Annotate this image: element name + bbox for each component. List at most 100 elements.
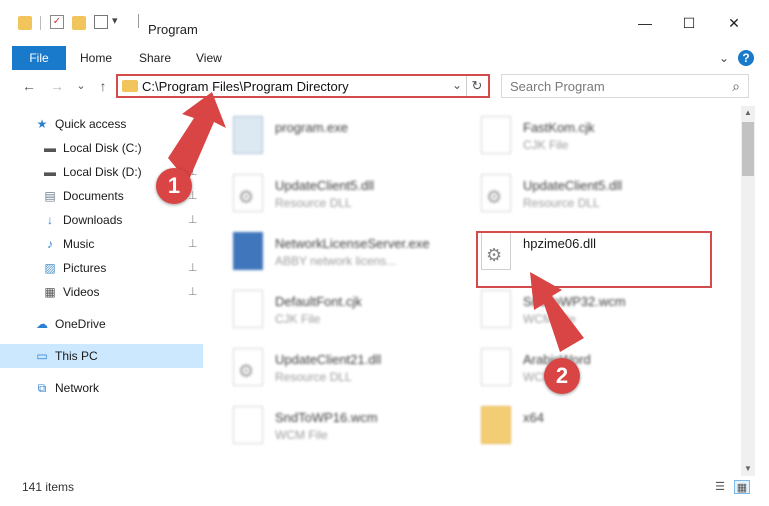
sidebar-item-this-pc[interactable]: ▭ This PC bbox=[0, 344, 203, 368]
scroll-up-icon[interactable]: ▲ bbox=[741, 106, 755, 120]
new-folder-icon[interactable] bbox=[72, 16, 86, 30]
folder-icon bbox=[481, 406, 511, 444]
customize-icon[interactable] bbox=[94, 15, 108, 29]
pin-icon[interactable]: ⊥ bbox=[188, 213, 198, 226]
item-count: 141 items bbox=[22, 480, 75, 494]
search-input[interactable]: Search Program bbox=[510, 79, 605, 94]
file-type: Resource DLL bbox=[275, 196, 352, 210]
tab-home[interactable]: Home bbox=[80, 46, 112, 70]
file-item[interactable]: program.exe bbox=[229, 110, 469, 162]
file-icon bbox=[481, 290, 511, 328]
callout-1: 1 bbox=[156, 168, 192, 204]
file-name: SndToWP16.wcm bbox=[275, 410, 378, 425]
navigation-bar: ← → ⌄ ↑ C:\Program Files\Program Directo… bbox=[0, 70, 769, 104]
sidebar-item-downloads[interactable]: ↓ Downloads ⊥ bbox=[0, 208, 203, 232]
file-type: Resource DLL bbox=[275, 370, 352, 384]
tab-file[interactable]: File bbox=[12, 46, 66, 70]
pin-icon[interactable]: ⊥ bbox=[188, 261, 198, 274]
pin-icon[interactable]: ⊥ bbox=[188, 285, 198, 298]
sidebar-item-label: Network bbox=[55, 381, 100, 395]
file-name: x64 bbox=[523, 410, 544, 425]
pin-icon[interactable]: ⊥ bbox=[188, 237, 198, 250]
folder-icon bbox=[122, 80, 138, 92]
file-name: UpdateClient5.dll bbox=[275, 178, 375, 193]
file-type: Resource DLL bbox=[523, 196, 600, 210]
dll-file-icon bbox=[233, 348, 263, 386]
refresh-button[interactable]: ↻ bbox=[466, 76, 487, 96]
recent-locations-icon[interactable]: ⌄ bbox=[72, 76, 90, 96]
file-type: CJK File bbox=[275, 312, 321, 326]
properties-icon[interactable]: ✓ bbox=[50, 15, 64, 29]
address-dropdown-icon[interactable]: ⌄ bbox=[452, 78, 462, 92]
file-item[interactable]: FastKom.cjk CJK File bbox=[477, 110, 717, 162]
network-icon: ⧉ bbox=[37, 381, 47, 395]
exe-file-icon bbox=[233, 232, 263, 270]
address-bar[interactable]: C:\Program Files\Program Directory ⌄ ↻ bbox=[116, 74, 490, 98]
videos-icon: ▦ bbox=[44, 285, 56, 299]
sidebar-item-label: Documents bbox=[63, 189, 124, 203]
drive-icon: ▬ bbox=[44, 165, 56, 179]
sidebar-item-pictures[interactable]: ▨ Pictures ⊥ bbox=[0, 256, 203, 280]
sidebar-item-music[interactable]: ♪ Music ⊥ bbox=[0, 232, 203, 256]
callout-2: 2 bbox=[544, 358, 580, 394]
file-icon bbox=[233, 406, 263, 444]
dll-file-icon bbox=[233, 174, 263, 212]
minimize-button[interactable]: — bbox=[630, 14, 660, 32]
file-type: ABBY network licens... bbox=[275, 254, 397, 268]
file-name: SndToWP32.wcm bbox=[523, 294, 626, 309]
maximize-button[interactable]: ☐ bbox=[674, 14, 704, 32]
sidebar-item-label: Music bbox=[63, 237, 95, 251]
documents-icon: ▤ bbox=[44, 189, 56, 203]
file-item[interactable]: ArabicWordWCM File bbox=[477, 342, 717, 394]
ribbon-expand-icon[interactable]: ⌄ bbox=[716, 50, 732, 66]
file-name: FastKom.cjk bbox=[523, 120, 595, 135]
window-title: Program bbox=[148, 22, 198, 37]
tab-share[interactable]: Share bbox=[139, 46, 171, 70]
highlight-box bbox=[476, 231, 712, 288]
sidebar-item-quick-access[interactable]: ★ Quick access bbox=[0, 112, 203, 136]
drive-icon: ▬ bbox=[44, 141, 56, 155]
sidebar-item-label: OneDrive bbox=[55, 317, 106, 331]
sidebar-item-network[interactable]: ⧉ Network bbox=[0, 376, 203, 400]
file-item[interactable]: x64 bbox=[477, 400, 717, 452]
file-item[interactable]: UpdateClient5.dll Resource DLL bbox=[477, 168, 717, 220]
scroll-thumb[interactable] bbox=[742, 122, 754, 176]
details-view-button[interactable]: ☰ bbox=[712, 480, 728, 494]
forward-button[interactable]: → bbox=[48, 76, 66, 96]
file-name: UpdateClient5.dll bbox=[523, 178, 623, 193]
search-box[interactable]: Search Program ⌕ bbox=[501, 74, 749, 98]
close-button[interactable]: ✕ bbox=[719, 14, 749, 32]
file-name: DefaultFont.cjk bbox=[275, 294, 362, 309]
status-bar: 141 items ☰ ▦ bbox=[0, 476, 769, 506]
file-item[interactable]: DefaultFont.cjk CJK File bbox=[229, 284, 469, 336]
tab-view[interactable]: View bbox=[196, 46, 222, 70]
sidebar-item-label: Local Disk (D:) bbox=[63, 165, 142, 179]
search-icon[interactable]: ⌕ bbox=[732, 78, 740, 95]
sidebar-item-label: Pictures bbox=[63, 261, 107, 275]
qa-dropdown-icon[interactable]: ▾ bbox=[112, 14, 118, 32]
scroll-down-icon[interactable]: ▼ bbox=[741, 462, 755, 476]
address-path[interactable]: C:\Program Files\Program Directory bbox=[142, 79, 349, 94]
star-icon: ★ bbox=[36, 117, 48, 131]
file-item[interactable]: SndToWP32.wcm WCM File bbox=[477, 284, 717, 336]
file-item[interactable]: NetworkLicenseServer.exe ABBY network lic… bbox=[229, 226, 469, 278]
sidebar-item-local-disk-c[interactable]: ▬ Local Disk (C:) bbox=[0, 136, 203, 160]
file-item[interactable]: UpdateClient21.dll Resource DLL bbox=[229, 342, 469, 394]
sidebar-item-onedrive[interactable]: ☁ OneDrive bbox=[0, 312, 203, 336]
help-icon[interactable]: ? bbox=[738, 50, 754, 66]
vertical-scrollbar[interactable]: ▲ ▼ bbox=[741, 106, 755, 476]
sidebar-item-videos[interactable]: ▦ Videos ⊥ bbox=[0, 280, 203, 304]
file-item[interactable]: UpdateClient5.dll Resource DLL bbox=[229, 168, 469, 220]
folder-icon bbox=[18, 16, 32, 30]
back-button[interactable]: ← bbox=[20, 76, 38, 96]
file-name: program.exe bbox=[275, 120, 348, 135]
sidebar-item-label: This PC bbox=[55, 349, 98, 363]
pictures-icon: ▨ bbox=[44, 261, 56, 275]
navigation-pane: ★ Quick access ▬ Local Disk (C:) ▬ Local Disk… bbox=[0, 110, 205, 470]
up-button[interactable]: ↑ bbox=[94, 76, 112, 96]
cloud-icon: ☁ bbox=[36, 317, 48, 331]
title-bar: ✓ ▾ Program — ☐ ✕ bbox=[0, 0, 769, 42]
file-item[interactable]: SndToWP16.wcm WCM File bbox=[229, 400, 469, 452]
tiles-view-button[interactable]: ▦ bbox=[734, 480, 750, 494]
music-icon: ♪ bbox=[47, 237, 53, 251]
